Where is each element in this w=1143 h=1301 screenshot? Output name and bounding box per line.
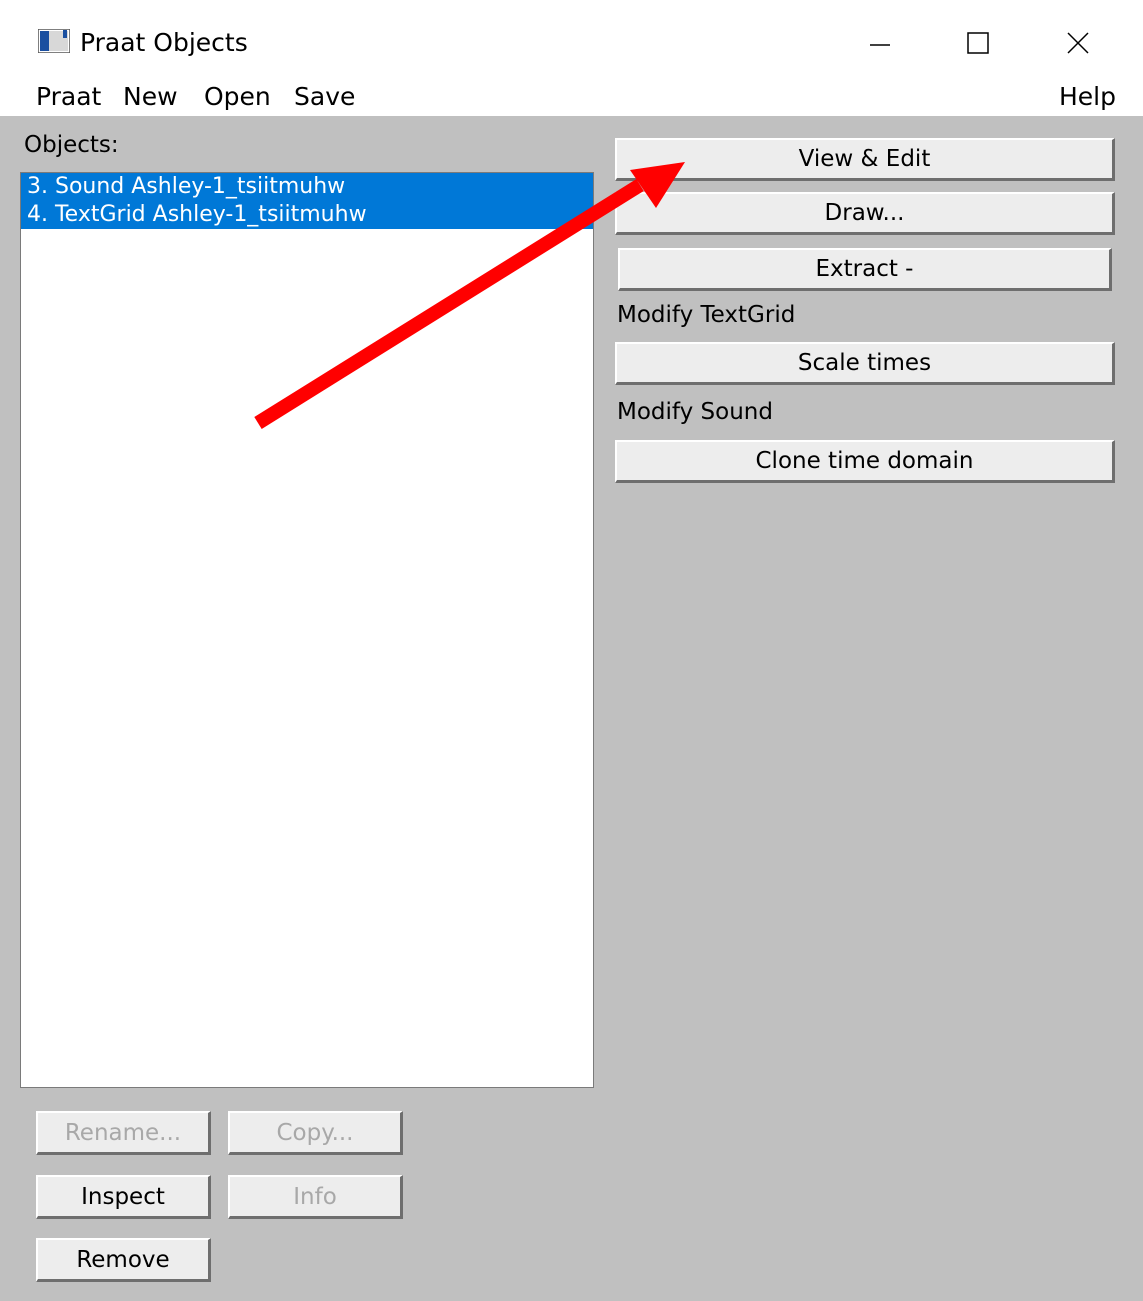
clone-time-domain-button[interactable]: Clone time domain [615,440,1115,483]
draw-button[interactable]: Draw... [615,192,1115,235]
extract-button[interactable]: Extract - [618,248,1112,291]
menu-save[interactable]: Save [294,80,355,114]
view-edit-button[interactable]: View & Edit [615,138,1115,181]
list-item[interactable]: 4. TextGrid Ashley-1_tsiitmuhw [21,201,593,229]
menu-new[interactable]: New [123,80,178,114]
info-button[interactable]: Info [228,1175,403,1219]
maximize-icon [967,32,989,54]
modify-sound-label: Modify Sound [617,399,773,425]
modify-textgrid-label: Modify TextGrid [617,302,796,328]
close-button[interactable] [1048,18,1108,68]
scale-times-button[interactable]: Scale times [615,342,1115,385]
objects-list[interactable]: 3. Sound Ashley-1_tsiitmuhw 4. TextGrid … [20,172,594,1088]
title-bar: Praat Objects [0,0,1143,78]
copy-button[interactable]: Copy... [228,1111,403,1155]
objects-label: Objects: [24,132,119,158]
menu-bar: Praat New Open Save Help [0,78,1143,116]
list-item[interactable]: 3. Sound Ashley-1_tsiitmuhw [21,173,593,201]
close-icon [1067,32,1089,54]
menu-praat[interactable]: Praat [36,80,101,114]
remove-button[interactable]: Remove [36,1238,211,1282]
menu-open[interactable]: Open [204,80,271,114]
praat-app-icon [38,29,70,53]
minimize-icon [870,44,890,46]
minimize-button[interactable] [850,18,910,68]
praat-objects-window: Praat Objects Praat New Open Save Help O… [0,0,1143,1301]
inspect-button[interactable]: Inspect [36,1175,211,1219]
menu-help[interactable]: Help [1059,80,1116,114]
maximize-button[interactable] [948,18,1008,68]
rename-button[interactable]: Rename... [36,1111,211,1155]
window-title: Praat Objects [80,28,248,57]
